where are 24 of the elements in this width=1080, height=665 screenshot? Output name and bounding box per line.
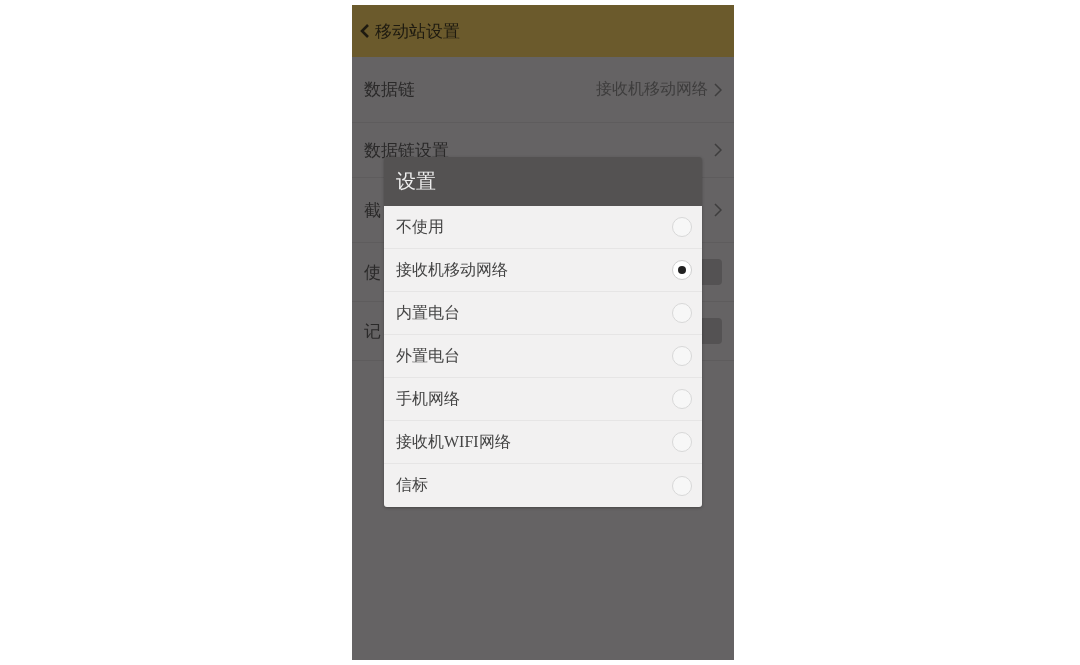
radio-button[interactable] bbox=[672, 432, 692, 452]
option-item[interactable]: 接收机移动网络 bbox=[384, 249, 702, 292]
setting-label: 使 bbox=[364, 261, 381, 284]
option-item[interactable]: 外置电台 bbox=[384, 335, 702, 378]
screen-title: 移动站设置 bbox=[375, 20, 460, 43]
back-icon[interactable] bbox=[360, 23, 370, 39]
chevron-icon[interactable] bbox=[714, 82, 722, 97]
setting-label: 记 bbox=[364, 320, 381, 343]
setting-label: 截 bbox=[364, 199, 381, 222]
setting-label: 数据链 bbox=[364, 79, 415, 101]
option-item[interactable]: 信标 bbox=[384, 464, 702, 507]
option-item[interactable]: 内置电台 bbox=[384, 292, 702, 335]
option-item[interactable]: 接收机WIFI网络 bbox=[384, 421, 702, 464]
radio-button[interactable] bbox=[672, 346, 692, 366]
option-item[interactable]: 不使用 bbox=[384, 206, 702, 249]
radio-button[interactable] bbox=[672, 217, 692, 237]
chevron-icon[interactable] bbox=[714, 143, 722, 157]
chevron-icon[interactable] bbox=[714, 203, 722, 217]
option-item[interactable]: 手机网络 bbox=[384, 378, 702, 421]
radio-button[interactable] bbox=[672, 389, 692, 409]
dialog-title: 设置 bbox=[396, 169, 436, 194]
radio-button[interactable] bbox=[672, 475, 692, 496]
radio-button[interactable] bbox=[672, 303, 692, 323]
radio-button[interactable] bbox=[672, 260, 692, 280]
